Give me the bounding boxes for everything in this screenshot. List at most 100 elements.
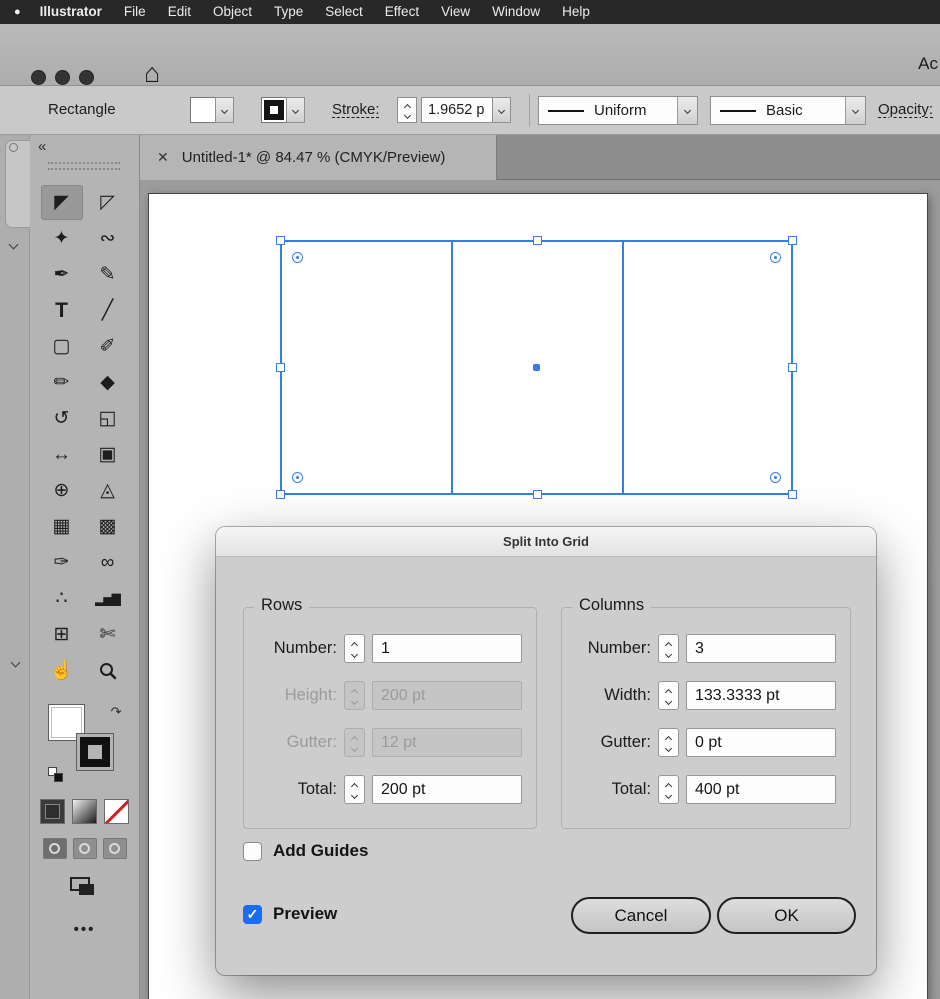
home-icon[interactable]: ⌂ <box>144 60 160 87</box>
collapse-panel-icon[interactable]: « <box>38 138 46 155</box>
preview-checkbox[interactable] <box>243 904 262 924</box>
columns-total-stepper[interactable] <box>658 775 679 804</box>
lasso-tool[interactable]: ∾ <box>87 221 129 256</box>
chevron-down-icon[interactable] <box>677 97 697 124</box>
live-corner-widget[interactable] <box>770 472 781 483</box>
type-tool[interactable]: T <box>41 293 83 328</box>
window-zoom-button[interactable] <box>79 70 94 85</box>
menu-item-file[interactable]: File <box>113 0 157 24</box>
rotate-tool[interactable]: ↺ <box>41 401 83 436</box>
add-guides-checkbox[interactable] <box>243 841 262 861</box>
default-fill-stroke-icon[interactable] <box>47 767 63 782</box>
curvature-tool[interactable]: ✎ <box>87 257 129 292</box>
panel-chevron-down-icon[interactable] <box>8 235 19 253</box>
edit-toolbar-button[interactable]: ••• <box>30 921 139 938</box>
eraser-tool[interactable]: ◆ <box>87 365 129 400</box>
menu-item-object[interactable]: Object <box>202 0 263 24</box>
selection-handle-bottom-right[interactable] <box>788 490 797 499</box>
draw-inside-button[interactable] <box>102 838 127 859</box>
close-tab-icon[interactable]: ✕ <box>157 149 169 166</box>
swap-fill-stroke-icon[interactable]: ↷ <box>111 704 122 720</box>
ok-button[interactable]: OK <box>717 897 856 934</box>
gradient-button[interactable] <box>72 799 97 824</box>
screen-mode-button[interactable] <box>69 877 100 899</box>
window-minimize-button[interactable] <box>55 70 70 85</box>
selection-handle-top-right[interactable] <box>788 236 797 245</box>
selection-handle-mid-right[interactable] <box>788 363 797 372</box>
column-graph-tool[interactable]: ▂▅▇ <box>87 581 129 616</box>
rows-number-input[interactable]: 1 <box>372 634 522 663</box>
live-corner-widget[interactable] <box>292 472 303 483</box>
brush-definition-dropdown[interactable]: Basic <box>710 96 866 125</box>
selection-tool[interactable]: ◤ <box>40 185 83 220</box>
window-close-button[interactable] <box>31 70 46 85</box>
selection-handle-top-center[interactable] <box>533 236 542 245</box>
columns-width-input[interactable]: 133.3333 pt <box>686 681 836 710</box>
rows-total-input[interactable]: 200 pt <box>372 775 522 804</box>
columns-number-input[interactable]: 3 <box>686 634 836 663</box>
artboard-tool[interactable]: ⊞ <box>41 617 83 652</box>
draw-behind-button[interactable] <box>72 838 97 859</box>
live-corner-widget[interactable] <box>292 252 303 263</box>
menu-item-edit[interactable]: Edit <box>157 0 202 24</box>
menu-item-type[interactable]: Type <box>263 0 314 24</box>
cancel-button[interactable]: Cancel <box>571 897 711 934</box>
columns-number-stepper[interactable] <box>658 634 679 663</box>
document-tab[interactable]: ✕ Untitled-1* @ 84.47 % (CMYK/Preview) <box>140 135 497 180</box>
stroke-dropdown-button[interactable] <box>286 97 305 123</box>
menu-item-window[interactable]: Window <box>481 0 551 24</box>
selection-handle-mid-left[interactable] <box>276 363 285 372</box>
columns-width-stepper[interactable] <box>658 681 679 710</box>
scale-tool[interactable]: ◱ <box>87 401 129 436</box>
chevron-down-icon[interactable] <box>845 97 865 124</box>
menu-item-select[interactable]: Select <box>314 0 374 24</box>
rectangle-tool[interactable]: ▢ <box>41 329 83 364</box>
selection-handle-bottom-left[interactable] <box>276 490 285 499</box>
menu-item-effect[interactable]: Effect <box>374 0 430 24</box>
selected-rectangle[interactable] <box>276 236 797 499</box>
rows-number-stepper[interactable] <box>344 634 365 663</box>
selection-handle-top-left[interactable] <box>276 236 285 245</box>
columns-total-input[interactable]: 400 pt <box>686 775 836 804</box>
live-corner-widget[interactable] <box>770 252 781 263</box>
fill-dropdown-button[interactable] <box>215 97 234 123</box>
magic-wand-tool[interactable]: ✦ <box>41 221 83 256</box>
mesh-tool[interactable]: ▦ <box>41 509 83 544</box>
fill-color-swatch[interactable] <box>190 97 216 123</box>
stroke-weight-value[interactable]: 1.9652 p <box>421 97 493 123</box>
variable-width-profile-dropdown[interactable]: Uniform <box>538 96 698 125</box>
stroke-proxy-swatch[interactable] <box>75 733 114 771</box>
opacity-label[interactable]: Opacity: <box>878 86 933 134</box>
panel-grip-handle[interactable] <box>48 162 120 170</box>
paintbrush-tool[interactable]: ✐ <box>87 329 129 364</box>
menu-item-help[interactable]: Help <box>551 0 601 24</box>
free-transform-tool[interactable]: ▣ <box>87 437 129 472</box>
apple-menu-icon[interactable]: ● <box>14 6 21 18</box>
direct-selection-tool[interactable]: ◸ <box>87 185 129 220</box>
columns-gutter-input[interactable]: 0 pt <box>686 728 836 757</box>
collapsed-panel-tab[interactable] <box>5 140 30 228</box>
columns-gutter-stepper[interactable] <box>658 728 679 757</box>
menu-item-illustrator[interactable]: Illustrator <box>29 0 113 24</box>
slice-tool[interactable]: ✄ <box>87 617 129 652</box>
pen-tool[interactable]: ✒ <box>41 257 83 292</box>
stroke-weight-label[interactable]: Stroke: <box>332 86 380 134</box>
blend-tool[interactable]: ∞ <box>87 545 129 580</box>
hand-tool[interactable]: ☝ <box>41 653 83 688</box>
gradient-tool[interactable]: ▩ <box>87 509 129 544</box>
center-point[interactable] <box>533 364 540 371</box>
menu-item-view[interactable]: View <box>430 0 481 24</box>
zoom-tool[interactable] <box>87 653 129 688</box>
symbol-sprayer-tool[interactable]: ∴ <box>41 581 83 616</box>
perspective-grid-tool[interactable]: ◬ <box>87 473 129 508</box>
shaper-tool[interactable]: ✏ <box>41 365 83 400</box>
stroke-weight-stepper[interactable] <box>397 97 417 123</box>
rows-total-stepper[interactable] <box>344 775 365 804</box>
none-button[interactable] <box>104 799 129 824</box>
width-tool[interactable]: ↔ <box>41 437 83 472</box>
draw-normal-button[interactable] <box>42 838 67 859</box>
selection-handle-bottom-center[interactable] <box>533 490 542 499</box>
eyedropper-tool[interactable]: ✑ <box>41 545 83 580</box>
panel-chevron-down-icon[interactable] <box>10 653 21 671</box>
stroke-color-swatch[interactable] <box>261 97 287 123</box>
